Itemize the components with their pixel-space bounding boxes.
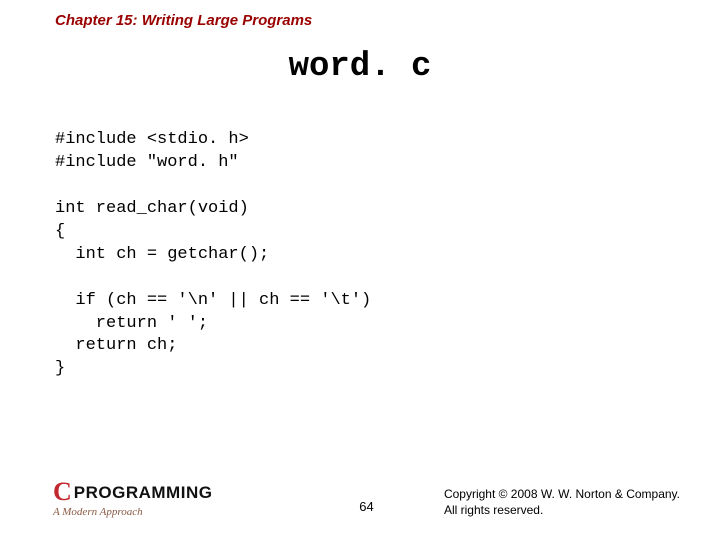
chapter-header: Chapter 15: Writing Large Programs	[55, 12, 312, 29]
book-logo: C PROGRAMMING A Modern Approach	[53, 479, 212, 518]
page-number: 64	[359, 499, 373, 514]
logo-c-letter: C	[53, 479, 72, 505]
logo-programming-text: PROGRAMMING	[74, 484, 213, 501]
slide-title: word. c	[0, 48, 720, 86]
code-block: #include <stdio. h> #include "word. h" i…	[55, 129, 371, 381]
copyright: Copyright © 2008 W. W. Norton & Company.…	[444, 486, 680, 518]
copyright-line-2: All rights reserved.	[444, 502, 680, 518]
logo-top: C PROGRAMMING	[53, 479, 212, 505]
footer: C PROGRAMMING A Modern Approach 64 Copyr…	[53, 479, 680, 518]
copyright-line-1: Copyright © 2008 W. W. Norton & Company.	[444, 486, 680, 502]
logo-subtitle: A Modern Approach	[53, 506, 143, 518]
